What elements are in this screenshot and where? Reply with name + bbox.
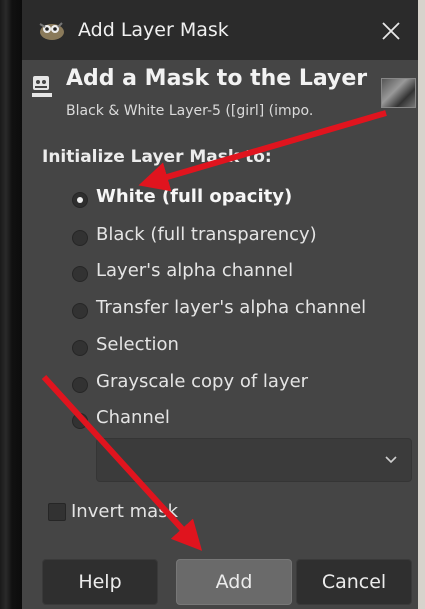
radio-indicator[interactable] <box>72 303 88 319</box>
radio-grayscale-copy[interactable]: Grayscale copy of layer <box>72 368 402 398</box>
radio-label: Selection <box>96 334 179 355</box>
cancel-button[interactable]: Cancel <box>296 559 412 605</box>
dialog-title: Add Layer Mask <box>78 19 229 41</box>
radio-indicator[interactable] <box>72 192 88 208</box>
add-layer-mask-dialog: Add Layer Mask Add a Mask to the Layer B… <box>22 0 418 609</box>
radio-label: Transfer layer's alpha channel <box>96 297 367 318</box>
radio-label: White (full opacity) <box>96 186 293 207</box>
radio-selection[interactable]: Selection <box>72 331 402 361</box>
radio-indicator[interactable] <box>72 340 88 356</box>
radio-black-full-transparency[interactable]: Black (full transparency) <box>72 221 402 251</box>
close-icon <box>382 22 400 40</box>
close-button[interactable] <box>372 12 410 50</box>
dialog-header-title: Add a Mask to the Layer <box>66 66 368 91</box>
chevron-down-icon <box>385 456 397 464</box>
radio-indicator[interactable] <box>72 266 88 282</box>
radio-layer-alpha-channel[interactable]: Layer's alpha channel <box>72 257 402 287</box>
gimp-wilber-icon <box>36 18 66 42</box>
radio-indicator[interactable] <box>72 377 88 393</box>
title-bar: Add Layer Mask <box>22 0 418 60</box>
layer-thumbnail <box>381 78 416 108</box>
radio-indicator[interactable] <box>72 413 88 429</box>
radio-label: Layer's alpha channel <box>96 260 294 281</box>
add-button[interactable]: Add <box>176 559 292 605</box>
layer-mask-icon <box>30 74 54 100</box>
channel-select[interactable] <box>96 438 412 482</box>
radio-label: Grayscale copy of layer <box>96 371 309 392</box>
init-mask-label: Initialize Layer Mask to: <box>42 147 272 167</box>
radio-label: Channel <box>96 407 170 428</box>
help-button[interactable]: Help <box>42 559 158 605</box>
invert-mask-checkbox[interactable] <box>48 503 66 521</box>
radio-transfer-alpha-channel[interactable]: Transfer layer's alpha channel <box>72 294 402 324</box>
layer-name-subtitle: Black & White Layer-5 ([girl] (impo. <box>66 103 314 119</box>
radio-channel[interactable]: Channel <box>72 404 402 434</box>
radio-label: Black (full transparency) <box>96 224 317 245</box>
radio-white-full-opacity[interactable]: White (full opacity) <box>72 183 402 213</box>
radio-indicator[interactable] <box>72 230 88 246</box>
invert-mask-label: Invert mask <box>71 501 178 522</box>
window-edge <box>418 0 425 609</box>
